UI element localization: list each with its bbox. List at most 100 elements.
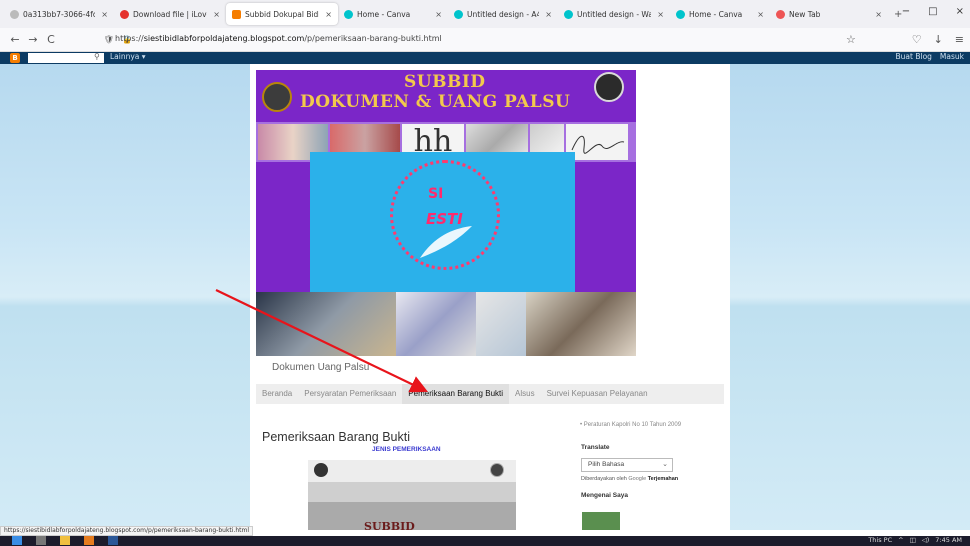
page-menu: Beranda Persyaratan Pemeriksaan Pemeriks…: [256, 384, 724, 404]
translate-link[interactable]: Terjemahan: [648, 476, 678, 482]
close-button[interactable]: ×: [956, 6, 964, 17]
powered-by-prefix: Diberdayakan oleh: [581, 476, 627, 482]
logo-text-si: SI: [428, 186, 444, 202]
file-explorer-icon[interactable]: [60, 536, 70, 545]
firefox-favicon-icon: [776, 9, 785, 19]
canva-favicon-icon: [454, 9, 463, 19]
browser-tab[interactable]: 0a313bb7-3066-4fd1-b95c-75d3c ×: [4, 3, 114, 25]
profile-photo[interactable]: [582, 512, 620, 530]
system-tray: This PC ^ ◫ ◁) 7:45 AM: [868, 536, 962, 544]
blogger-navbar-right: Buat Blog Masuk: [896, 52, 964, 61]
chevron-down-icon: ⌄: [662, 461, 668, 468]
menu-icon[interactable]: ≡: [955, 33, 964, 46]
browser-tab-active[interactable]: Subbid Dokupal Bidlabfor Pol ×: [226, 3, 338, 25]
start-button-icon[interactable]: [12, 536, 22, 545]
clock[interactable]: 7:45 AM: [935, 536, 962, 544]
firefox-icon[interactable]: [84, 536, 94, 545]
banner-title-line2: DOKUMEN & UANG PALSU: [300, 92, 571, 112]
feather-pen-icon: [420, 226, 472, 258]
header-banner[interactable]: SUBBID DOKUMEN & UANG PALSU hh SI ESTI: [256, 70, 636, 356]
tab-close-icon[interactable]: ×: [213, 10, 220, 19]
browser-tab[interactable]: Home - Canva ×: [338, 3, 448, 25]
police-emblem-icon: [314, 463, 328, 477]
tab-beranda[interactable]: Beranda: [256, 384, 298, 404]
tab-pemeriksaan-barang-bukti[interactable]: Pemeriksaan Barang Bukti: [402, 384, 510, 404]
windows-taskbar: This PC ^ ◫ ◁) 7:45 AM: [0, 536, 970, 546]
stamp-photo: [526, 292, 636, 356]
browser-tab[interactable]: Untitled design - Wattpad Bo ×: [558, 3, 670, 25]
tab-close-icon[interactable]: ×: [435, 10, 442, 19]
taskbar-icons: [12, 536, 118, 545]
tray-chevron-icon[interactable]: ^: [898, 536, 903, 544]
window-controls: − □ ×: [902, 6, 964, 17]
vehicle-document-photo: [256, 292, 396, 356]
tab-close-icon[interactable]: ×: [101, 10, 108, 19]
google-translate-credit: Diberdayakan oleh Google Terjemahan: [581, 476, 678, 482]
post-image-strip: [308, 482, 516, 502]
about-me-heading: Mengenai Saya: [581, 492, 628, 499]
toolbar-right: ♡ ↓ ≡: [912, 33, 964, 46]
sealed-bag-photo: [476, 292, 526, 356]
post-title: Pemeriksaan Barang Bukti: [262, 430, 410, 444]
tab-survei-kepuasan[interactable]: Survei Kepuasan Pelayanan: [541, 384, 654, 404]
tab-alsus[interactable]: Alsus: [509, 384, 541, 404]
network-icon[interactable]: ◫: [910, 536, 916, 544]
more-menu[interactable]: Lainnya ▾: [110, 52, 146, 61]
tab-close-icon[interactable]: ×: [757, 10, 764, 19]
pocket-icon[interactable]: ♡: [912, 33, 922, 46]
tab-title: New Tab: [789, 9, 821, 19]
tab-persyaratan-pemeriksaan[interactable]: Persyaratan Pemeriksaan: [298, 384, 402, 404]
tab-close-icon[interactable]: ×: [325, 10, 332, 19]
blog-title[interactable]: Dokumen Uang Palsu: [272, 362, 369, 373]
browser-tab[interactable]: Home - Canva ×: [670, 3, 770, 25]
siesti-logo: SI ESTI: [390, 160, 500, 270]
tab-close-icon[interactable]: ×: [657, 10, 664, 19]
minimize-button[interactable]: −: [902, 6, 910, 17]
blog-search-input[interactable]: [28, 53, 104, 63]
google-logo[interactable]: Google: [628, 476, 646, 482]
tab-close-icon[interactable]: ×: [545, 10, 552, 19]
url-field[interactable]: https://siestibidlabforpoldajateng.blogs…: [115, 34, 442, 43]
create-blog-link[interactable]: Buat Blog: [896, 52, 932, 61]
tab-title: Home - Canva: [689, 9, 743, 19]
download-icon[interactable]: ↓: [934, 33, 943, 46]
canva-favicon-icon: [344, 9, 353, 19]
post-image[interactable]: SUBBID: [308, 460, 516, 530]
tab-title: Subbid Dokupal Bidlabfor Pol: [245, 9, 320, 19]
banner-title-line1: SUBBID: [404, 72, 486, 92]
police-emblem-icon: [490, 463, 504, 477]
browser-tab[interactable]: New Tab ×: [770, 3, 888, 25]
blogger-logo-icon[interactable]: B: [10, 53, 20, 63]
volume-icon[interactable]: ◁): [922, 536, 930, 544]
browser-tab[interactable]: Download file | iLovePDF ×: [114, 3, 226, 25]
status-bar-url: https://siestibidlabforpoldajateng.blogs…: [0, 526, 254, 536]
maximize-button[interactable]: □: [928, 6, 937, 17]
evidence-bags-photo: [396, 292, 476, 356]
post-image-header: [308, 460, 516, 482]
translate-heading: Translate: [581, 444, 610, 451]
language-select[interactable]: Pilih Bahasa ⌄: [581, 458, 673, 472]
navigation-bar: ← → C 🛡 🔒 https://siestibidlabforpoldaja…: [0, 28, 970, 52]
search-icon[interactable]: ⚲: [94, 52, 100, 61]
tab-close-icon[interactable]: ×: [875, 10, 882, 19]
sign-in-link[interactable]: Masuk: [940, 52, 964, 61]
bookmark-star-icon[interactable]: ☆: [846, 33, 856, 46]
this-pc-label[interactable]: This PC: [868, 536, 892, 544]
forward-icon[interactable]: →: [24, 33, 42, 46]
back-icon[interactable]: ←: [6, 33, 24, 46]
sidebar-link-peraturan[interactable]: • Peraturan Kapolri No 10 Tahun 2009: [580, 422, 681, 428]
police-emblem-right-icon: [594, 72, 624, 102]
task-view-icon[interactable]: [36, 536, 46, 545]
tab-favicon-icon: [10, 9, 19, 19]
reload-icon[interactable]: C: [42, 33, 60, 46]
signature-image: [566, 124, 628, 160]
word-icon[interactable]: [108, 536, 118, 545]
blogger-navbar: B ⚲ Lainnya ▾ Buat Blog Masuk: [0, 52, 970, 64]
tab-title: Home - Canva: [357, 9, 411, 19]
signature-icon: [571, 135, 625, 154]
browser-tab[interactable]: Untitled design - A4 ×: [448, 3, 558, 25]
url-domain: siestibidlabforpoldajateng.blogspot.com: [143, 34, 305, 43]
blog-content: SUBBID DOKUMEN & UANG PALSU hh SI ESTI D…: [250, 64, 730, 530]
url-path: /p/pemeriksaan-barang-bukti.html: [304, 34, 442, 43]
canva-favicon-icon: [676, 9, 685, 19]
